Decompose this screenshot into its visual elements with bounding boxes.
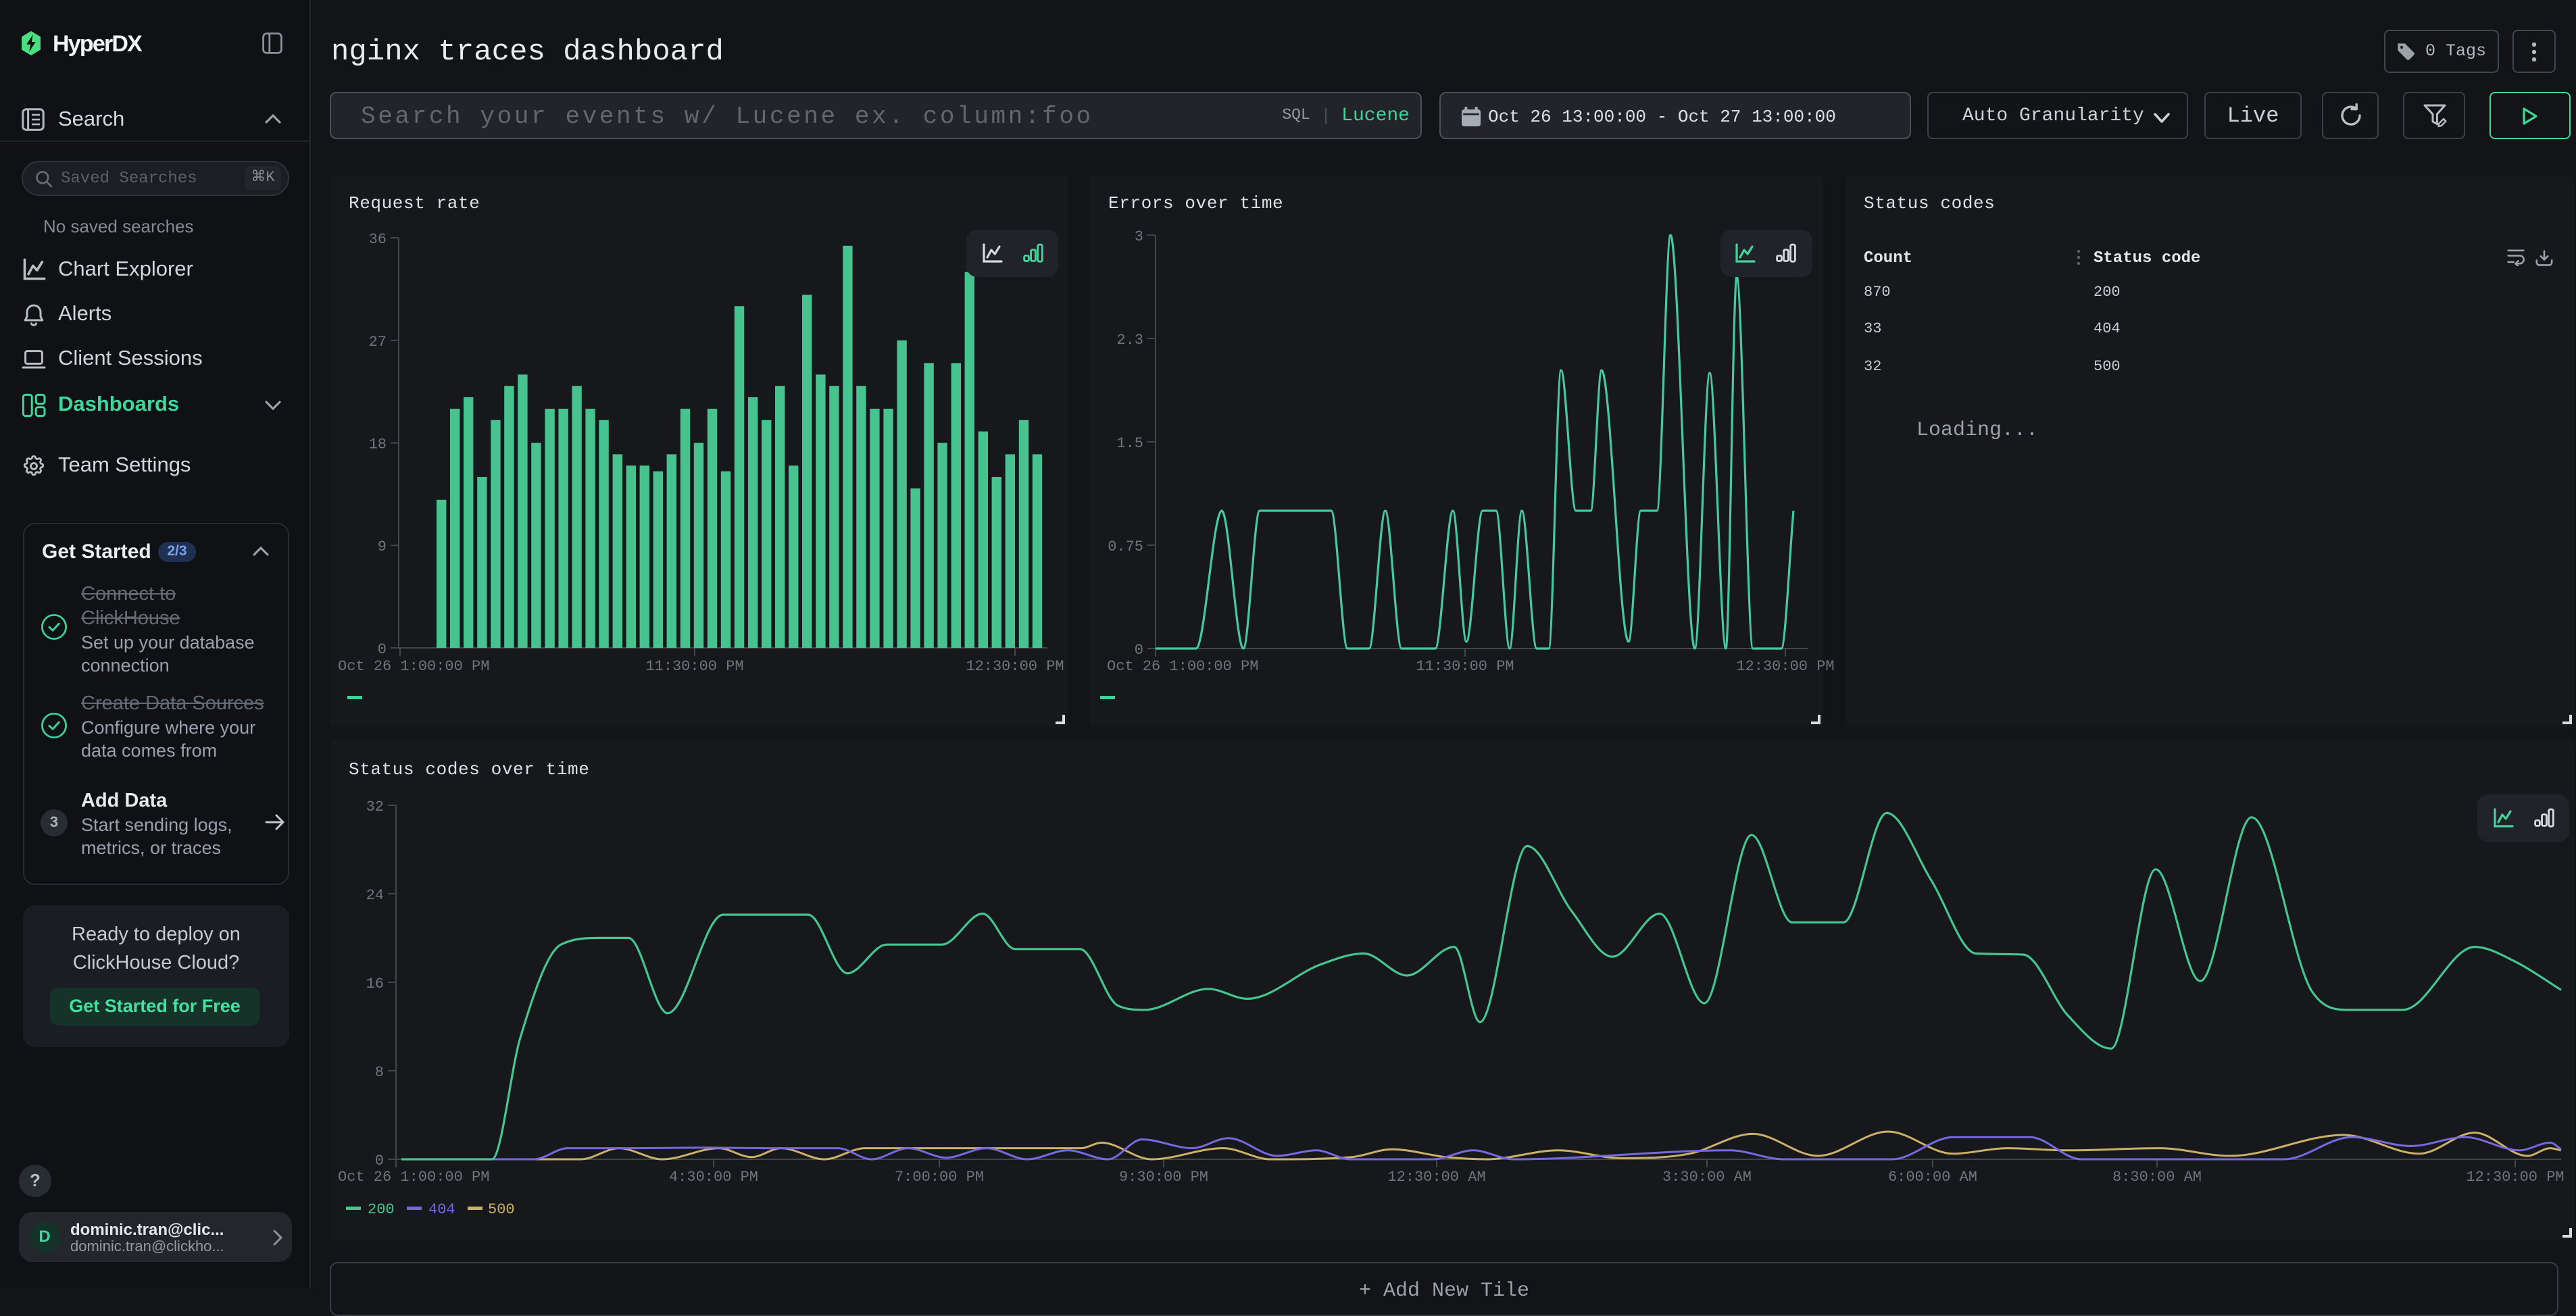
- svg-text:Oct 26 1:00:00 PM: Oct 26 1:00:00 PM: [1107, 658, 1258, 675]
- svg-text:32: 32: [366, 799, 384, 815]
- svg-text:500: 500: [488, 1201, 515, 1218]
- svg-text:Oct 26 1:00:00 PM: Oct 26 1:00:00 PM: [338, 1169, 489, 1186]
- svg-text:9: 9: [378, 538, 387, 555]
- svg-text:12:30:00 AM: 12:30:00 AM: [1387, 1169, 1485, 1186]
- svg-text:27: 27: [369, 334, 387, 351]
- svg-text:16: 16: [366, 976, 384, 992]
- svg-text:0: 0: [1135, 642, 1143, 659]
- svg-text:18: 18: [369, 436, 387, 453]
- svg-text:9:30:00 PM: 9:30:00 PM: [1119, 1169, 1208, 1186]
- svg-text:Oct 26 1:00:00 PM: Oct 26 1:00:00 PM: [338, 658, 489, 675]
- svg-text:4:30:00 PM: 4:30:00 PM: [669, 1169, 758, 1186]
- svg-text:12:30:00 PM: 12:30:00 PM: [966, 658, 1064, 675]
- svg-text:2.3: 2.3: [1116, 332, 1143, 349]
- svg-text:24: 24: [366, 887, 384, 904]
- svg-text:36: 36: [369, 231, 387, 248]
- svg-text:1.5: 1.5: [1116, 435, 1143, 452]
- svg-text:8: 8: [375, 1064, 384, 1081]
- svg-text:11:30:00 PM: 11:30:00 PM: [645, 658, 743, 675]
- svg-text:0: 0: [378, 641, 387, 658]
- svg-text:3: 3: [1135, 228, 1143, 245]
- svg-text:12:30:00 PM: 12:30:00 PM: [2466, 1169, 2564, 1186]
- svg-text:0: 0: [375, 1153, 384, 1169]
- svg-text:3:30:00 AM: 3:30:00 AM: [1662, 1169, 1752, 1186]
- svg-text:12:30:00 PM: 12:30:00 PM: [1736, 658, 1834, 675]
- svg-text:8:30:00 AM: 8:30:00 AM: [2112, 1169, 2202, 1186]
- svg-text:7:00:00 PM: 7:00:00 PM: [895, 1169, 984, 1186]
- svg-text:11:30:00 PM: 11:30:00 PM: [1416, 658, 1514, 675]
- svg-text:0.75: 0.75: [1108, 538, 1143, 555]
- svg-text:200: 200: [368, 1201, 395, 1218]
- svg-text:6:00:00 AM: 6:00:00 AM: [1888, 1169, 1977, 1186]
- svg-text:404: 404: [428, 1201, 455, 1218]
